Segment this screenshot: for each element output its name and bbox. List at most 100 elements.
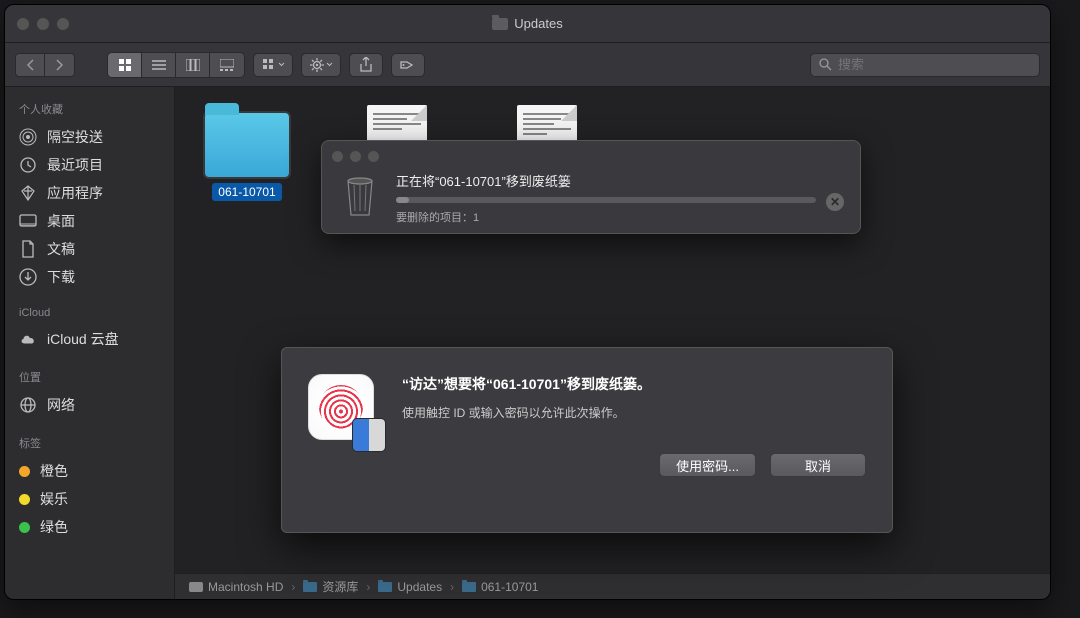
chevron-right-icon: › (291, 580, 295, 594)
gear-icon (310, 58, 324, 72)
path-bar: Macintosh HD › 资源库 › Updates › 061-10701 (175, 573, 1050, 599)
chevron-right-icon: › (450, 580, 454, 594)
auth-title: “访达”想要将“061-10701”移到废纸篓。 (402, 374, 866, 394)
share-button[interactable] (349, 53, 383, 77)
sidebar-tag-orange[interactable]: 橙色 (5, 457, 174, 485)
share-icon (359, 57, 373, 73)
tag-dot-icon (19, 522, 30, 533)
close-window-button[interactable] (332, 151, 343, 162)
auth-icon (308, 374, 380, 446)
sidebar-item-label: 绿色 (40, 517, 68, 537)
sidebar-item-network[interactable]: 网络 (5, 391, 174, 419)
sidebar-item-label: 最近项目 (47, 155, 103, 175)
action-button[interactable] (301, 53, 341, 77)
path-item[interactable]: 061-10701 (462, 580, 538, 594)
traffic-lights (17, 18, 69, 30)
auth-subtitle: 使用触控 ID 或输入密码以允许此次操作。 (402, 404, 866, 421)
path-label: Macintosh HD (208, 580, 283, 594)
search-input[interactable] (838, 57, 1031, 72)
auth-buttons: 使用密码... 取消 (402, 453, 866, 477)
cloud-icon (19, 330, 37, 348)
folder-icon (462, 582, 476, 592)
sidebar-header-favorites: 个人收藏 (5, 95, 174, 123)
sidebar-header-locations: 位置 (5, 363, 174, 391)
sidebar-item-documents[interactable]: 文稿 (5, 235, 174, 263)
folder-icon (378, 582, 392, 592)
view-list-button[interactable] (142, 53, 176, 77)
path-item[interactable]: 资源库 (303, 578, 358, 595)
file-item-folder[interactable]: 061-10701 (197, 105, 297, 201)
progress-bar (396, 197, 816, 203)
sidebar-item-icloud[interactable]: iCloud 云盘 (5, 325, 174, 353)
minimize-window-button[interactable] (350, 151, 361, 162)
sidebar-item-label: 娱乐 (40, 489, 68, 509)
downloads-icon (19, 268, 37, 286)
minimize-window-button[interactable] (37, 18, 49, 30)
maximize-window-button[interactable] (57, 18, 69, 30)
folder-icon (303, 582, 317, 592)
trash-icon (338, 167, 382, 219)
view-gallery-button[interactable] (210, 53, 244, 77)
tags-button[interactable] (391, 53, 425, 77)
network-icon (19, 396, 37, 414)
arrange-button[interactable] (253, 53, 293, 77)
window-title: Updates (492, 16, 562, 31)
back-button[interactable] (15, 53, 45, 77)
progress-fill (396, 197, 409, 203)
sidebar-item-airdrop[interactable]: 隔空投送 (5, 123, 174, 151)
apps-icon (19, 184, 37, 202)
traffic-lights (332, 151, 379, 162)
path-item[interactable]: Updates (378, 580, 442, 594)
path-label: Updates (397, 580, 442, 594)
chevron-down-icon (326, 62, 333, 67)
sidebar-item-downloads[interactable]: 下载 (5, 263, 174, 291)
sidebar-header-icloud: iCloud (5, 301, 174, 325)
folder-icon (205, 113, 289, 177)
progress-body: 正在将“061-10701”移到废纸篓 要删除的项目：1 (396, 171, 844, 223)
sidebar-item-label: 橙色 (40, 461, 68, 481)
path-label: 资源库 (322, 578, 358, 595)
path-label: 061-10701 (481, 580, 538, 594)
path-item[interactable]: Macintosh HD (189, 580, 283, 594)
tag-dot-icon (19, 466, 30, 477)
sidebar-item-label: 网络 (47, 395, 75, 415)
clock-icon (19, 156, 37, 174)
view-icons-button[interactable] (108, 53, 142, 77)
cancel-button[interactable]: 取消 (770, 453, 866, 477)
auth-body: “访达”想要将“061-10701”移到废纸篓。 使用触控 ID 或输入密码以允… (402, 374, 866, 512)
sidebar-header-tags: 标签 (5, 429, 174, 457)
finder-badge-icon (352, 418, 386, 452)
sidebar-item-label: 文稿 (47, 239, 75, 259)
progress-dialog: 正在将“061-10701”移到废纸篓 要删除的项目：1 ✕ (321, 140, 861, 234)
sidebar-item-label: 下载 (47, 267, 75, 287)
use-password-button[interactable]: 使用密码... (659, 453, 756, 477)
titlebar: Updates (5, 5, 1050, 43)
close-window-button[interactable] (17, 18, 29, 30)
tag-icon (400, 59, 416, 71)
sidebar-tag-yellow[interactable]: 娱乐 (5, 485, 174, 513)
documents-icon (19, 240, 37, 258)
sidebar-item-label: iCloud 云盘 (47, 329, 119, 349)
sidebar-item-label: 隔空投送 (47, 127, 103, 147)
file-label: 061-10701 (212, 183, 281, 201)
sidebar-item-label: 桌面 (47, 211, 75, 231)
forward-button[interactable] (45, 53, 75, 77)
nav-group (15, 53, 75, 77)
hdd-icon (189, 582, 203, 592)
sidebar-item-desktop[interactable]: 桌面 (5, 207, 174, 235)
airdrop-icon (19, 128, 37, 146)
chevron-down-icon (278, 62, 285, 67)
sidebar-tag-green[interactable]: 绿色 (5, 513, 174, 541)
maximize-window-button[interactable] (368, 151, 379, 162)
auth-dialog: “访达”想要将“061-10701”移到废纸篓。 使用触控 ID 或输入密码以允… (281, 347, 893, 533)
chevron-right-icon: › (366, 580, 370, 594)
toolbar (5, 43, 1050, 87)
sidebar: 个人收藏 隔空投送 最近项目 应用程序 桌面 文稿 下载 iCloud iClo… (5, 87, 175, 599)
view-columns-button[interactable] (176, 53, 210, 77)
cancel-progress-button[interactable]: ✕ (826, 193, 844, 211)
sidebar-item-applications[interactable]: 应用程序 (5, 179, 174, 207)
view-mode-group (107, 52, 245, 78)
sidebar-item-recents[interactable]: 最近项目 (5, 151, 174, 179)
search-field[interactable] (810, 53, 1040, 77)
search-icon (819, 58, 832, 71)
